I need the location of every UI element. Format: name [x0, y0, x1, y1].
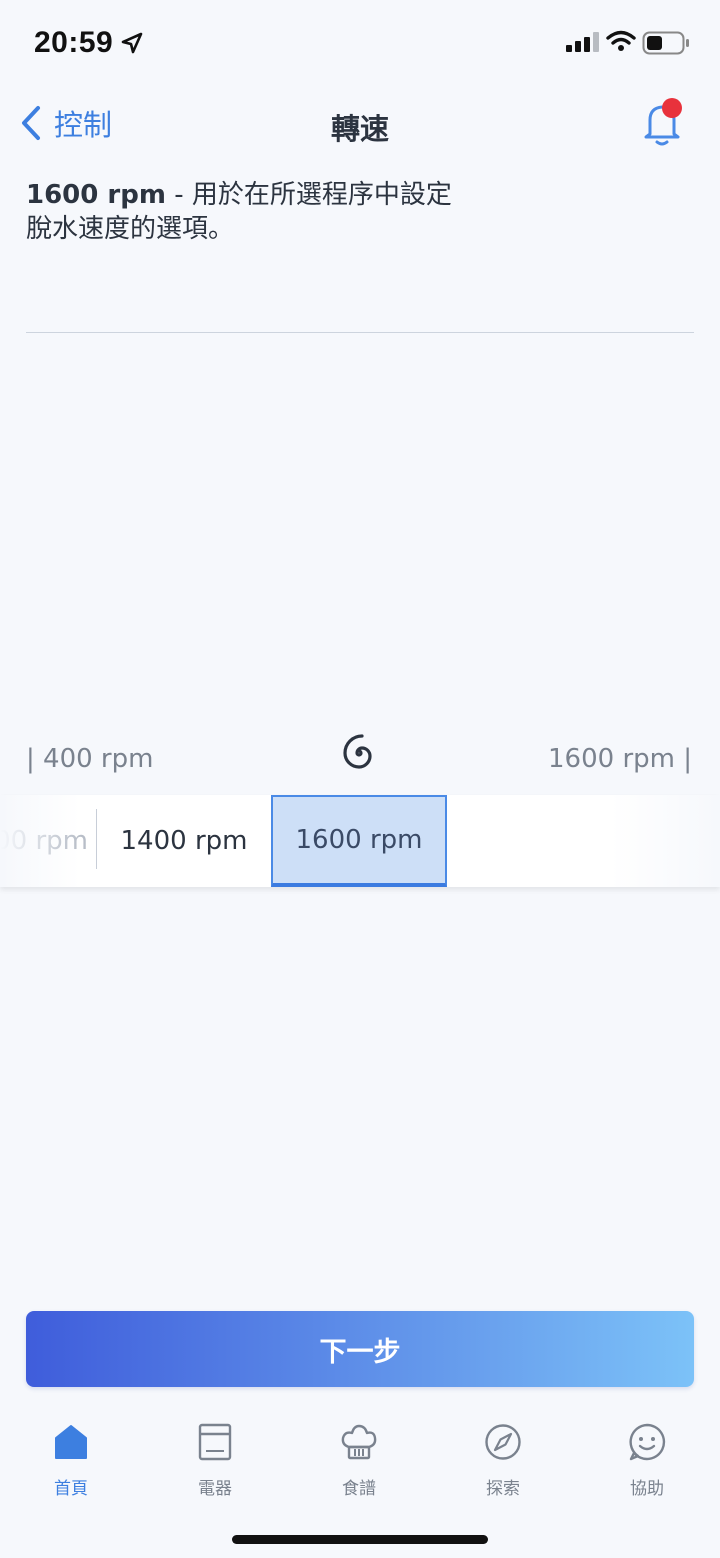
cellular-signal-icon	[566, 32, 599, 52]
range-max-label: 1600 rpm |	[548, 744, 692, 774]
tab-appliances[interactable]: 電器	[170, 1420, 260, 1506]
picker-option[interactable]: 1400 rpm	[96, 795, 272, 887]
tab-label: 協助	[630, 1479, 664, 1499]
picker-option-selected[interactable]: 1600 rpm	[271, 795, 447, 887]
compass-icon	[485, 1424, 521, 1460]
wifi-icon	[606, 30, 636, 51]
divider	[26, 332, 694, 333]
tab-bar: 首頁 電器 食譜 探索 協助	[0, 1420, 720, 1510]
spin-speed-icon	[343, 734, 372, 769]
tab-label: 電器	[198, 1479, 232, 1499]
tab-label: 食譜	[342, 1479, 376, 1499]
tab-label: 首頁	[54, 1479, 88, 1499]
smiley-icon	[629, 1423, 666, 1461]
description-separator: -	[165, 180, 192, 210]
picker-option[interactable]: 1200 rpm	[0, 795, 96, 887]
tab-recipes[interactable]: 食譜	[314, 1420, 404, 1506]
tab-help[interactable]: 協助	[602, 1420, 692, 1506]
option-description: 1600 rpm - 用於在所選程序中設定脫水速度的選項。	[26, 178, 466, 246]
tab-label: 探索	[486, 1479, 520, 1499]
description-value: 1600 rpm	[26, 180, 166, 210]
navigation-bar: 控制 轉速	[0, 92, 720, 152]
range-min-label: | 400 rpm	[26, 744, 154, 774]
home-icon	[55, 1425, 87, 1459]
chef-hat-icon	[341, 1424, 377, 1460]
tab-home[interactable]: 首頁	[26, 1420, 116, 1506]
battery-icon	[642, 31, 689, 55]
location-arrow-icon	[121, 32, 143, 54]
home-indicator	[232, 1535, 488, 1544]
spin-speed-picker[interactable]: 1200 rpm 1400 rpm 1600 rpm	[0, 795, 720, 887]
notification-badge	[662, 98, 682, 118]
appliance-icon	[198, 1423, 232, 1461]
tab-explore[interactable]: 探索	[458, 1420, 548, 1506]
next-button[interactable]: 下一步	[26, 1311, 694, 1387]
status-time: 20:59	[34, 26, 114, 59]
status-bar: 20:59	[0, 0, 720, 88]
page-title: 轉速	[330, 112, 389, 146]
